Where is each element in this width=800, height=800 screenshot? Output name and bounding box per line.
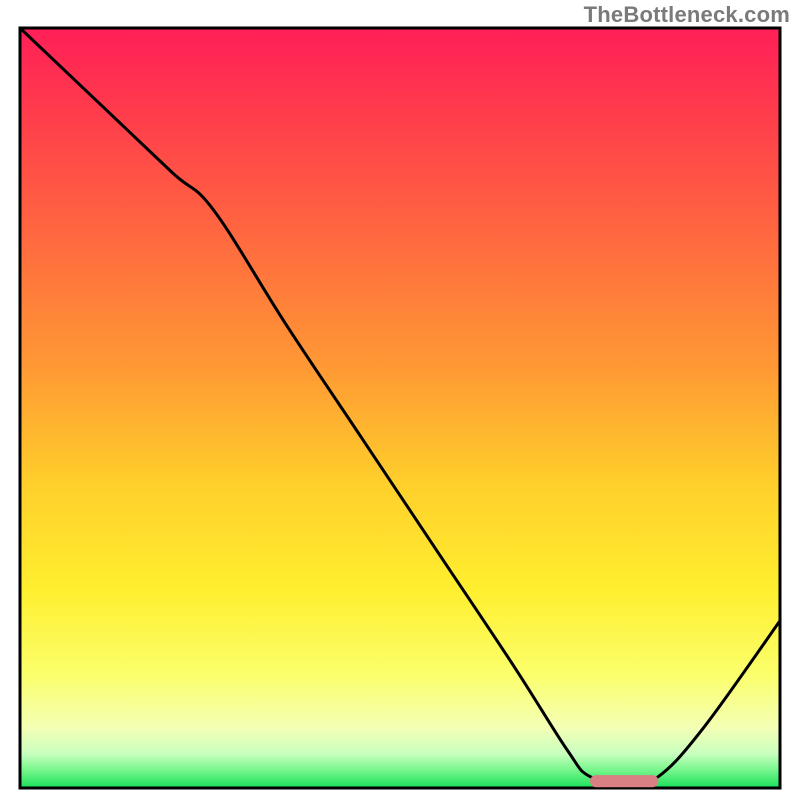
chart-stage: TheBottleneck.com [0,0,800,800]
target-range-marker [590,775,658,787]
chart-background [20,28,780,788]
bottleneck-chart [0,0,800,800]
